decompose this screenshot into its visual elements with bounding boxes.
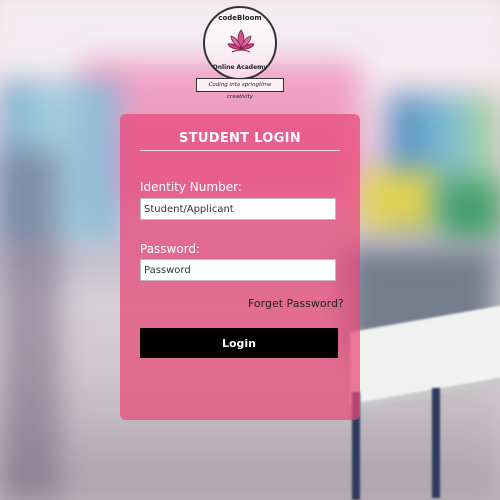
identity-number-input[interactable] (140, 198, 336, 220)
login-card: STUDENT LOGIN Identity Number: Password:… (120, 114, 360, 420)
background-left-shadow (0, 150, 60, 500)
forgot-password-link[interactable]: Forget Password? (248, 297, 344, 310)
login-title: STUDENT LOGIN (179, 131, 301, 146)
background-desk-leg (432, 388, 440, 498)
background-yellow-shelf (360, 170, 440, 230)
brand-name: codeBloom (218, 14, 262, 22)
title-divider (140, 150, 340, 151)
password-label: Password: (140, 242, 201, 256)
password-input[interactable] (140, 259, 336, 281)
brand-tagline-ribbon: Coding into springtime creativity (196, 78, 284, 100)
lotus-icon (227, 29, 255, 53)
background-green-shelf (440, 180, 500, 240)
login-button[interactable]: Login (140, 328, 338, 358)
brand-logo: codeBloom Online Academy (203, 6, 277, 80)
brand-subtitle: Online Academy (212, 64, 268, 71)
identity-number-label: Identity Number: (140, 180, 242, 194)
